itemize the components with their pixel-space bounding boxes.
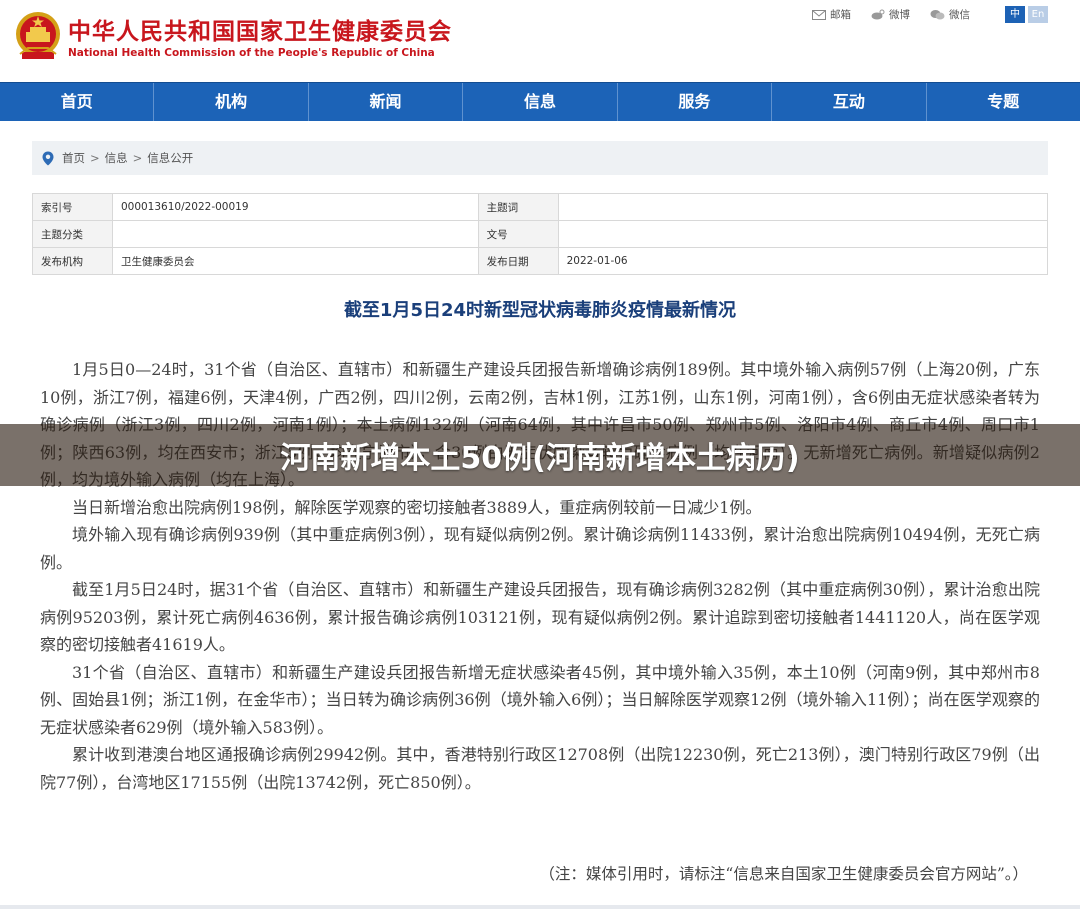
article-body: 1月5日0—24时，31个省（自治区、直辖市）和新疆生产建设兵团报告新增确诊病例…: [40, 356, 1040, 796]
article-paragraph: 当日新增治愈出院病例198例，解除医学观察的密切接触者3889人，重症病例较前一…: [72, 497, 762, 517]
keyword-value: [557, 193, 1049, 221]
article-paragraph: 截至1月5日24时，据31个省（自治区、直辖市）和新疆生产建设兵团报告，现有确诊…: [40, 580, 1040, 654]
document-info-table: 索引号 000013610/2022-00019 主题词 主题分类 文号 发布机…: [32, 193, 1049, 275]
publish-date-label: 发布日期: [477, 247, 559, 275]
article-paragraph: 累计收到港澳台地区通报确诊病例29942例。其中，香港特别行政区12708例（出…: [40, 745, 1040, 792]
article-paragraph: 31个省（自治区、直辖市）和新疆生产建设兵团报告新增无症状感染者45例，其中境外…: [40, 662, 1040, 737]
nav-news[interactable]: 新闻: [309, 83, 464, 121]
nav-home[interactable]: 首页: [0, 83, 155, 121]
table-row: 主题分类 文号: [32, 220, 1049, 248]
index-value: 000013610/2022-00019: [111, 193, 479, 221]
breadcrumb-separator: >: [90, 151, 100, 165]
table-row: 发布机构 卫生健康委员会 发布日期 2022-01-06: [32, 247, 1049, 275]
weibo-link[interactable]: 微博: [871, 7, 910, 22]
nav-organization[interactable]: 机构: [154, 83, 309, 121]
mail-icon: [812, 9, 826, 20]
publish-date-value: 2022-01-06: [557, 247, 1049, 275]
site-subtitle: National Health Commission of the People…: [68, 47, 435, 59]
top-links: 邮箱 微博 微信: [812, 7, 990, 22]
nav-information[interactable]: 信息: [463, 83, 618, 121]
publisher-label: 发布机构: [32, 247, 113, 275]
article-paragraph: 境外输入现有确诊病例939例（其中重症病例3例），现有疑似病例2例。累计确诊病例…: [40, 525, 1040, 572]
mail-link[interactable]: 邮箱: [812, 7, 851, 22]
publisher-value: 卫生健康委员会: [111, 247, 479, 275]
nav-services[interactable]: 服务: [618, 83, 773, 121]
citation-note: （注：媒体引用时，请标注“信息来自国家卫生健康委员会官方网站”。）: [539, 865, 1028, 883]
wechat-icon: [930, 10, 945, 20]
bottom-divider: [0, 905, 1080, 909]
main-nav: 首页 机构 新闻 信息 服务 互动 专题: [0, 82, 1080, 121]
weibo-label: 微博: [889, 9, 910, 21]
breadcrumb: 首页 > 信息 > 信息公开: [32, 141, 1048, 175]
index-label: 索引号: [32, 193, 113, 221]
table-row: 索引号 000013610/2022-00019 主题词: [32, 193, 1049, 221]
doc-number-label: 文号: [477, 220, 559, 248]
category-label: 主题分类: [32, 220, 113, 248]
nav-interaction[interactable]: 互动: [772, 83, 927, 121]
article-title: 截至1月5日24时新型冠状病毒肺炎疫情最新情况: [343, 300, 737, 321]
national-emblem-icon[interactable]: [14, 10, 62, 62]
wechat-label: 微信: [949, 9, 970, 21]
lang-en-button[interactable]: En: [1028, 6, 1048, 23]
headline-overlay: 河南新增本土50例(河南新增本土病历): [0, 424, 1080, 486]
keyword-label: 主题词: [477, 193, 559, 221]
weibo-icon: [871, 9, 885, 20]
breadcrumb-separator: >: [132, 151, 143, 165]
location-pin-icon: [42, 151, 54, 165]
wechat-link[interactable]: 微信: [930, 7, 970, 22]
breadcrumb-home[interactable]: 首页: [62, 150, 85, 166]
doc-number-value: [557, 220, 1049, 248]
lang-zh-button[interactable]: 中: [1005, 6, 1025, 23]
site-title[interactable]: 中华人民共和国国家卫生健康委员会: [68, 12, 452, 46]
breadcrumb-disclosure[interactable]: 信息公开: [147, 150, 193, 166]
overlay-headline: 河南新增本土50例(河南新增本土病历): [280, 441, 800, 476]
site-header: 中华人民共和国国家卫生健康委员会 National Health Commiss…: [0, 0, 1080, 82]
mail-label: 邮箱: [830, 9, 851, 21]
breadcrumb-information[interactable]: 信息: [105, 150, 128, 166]
nav-topics[interactable]: 专题: [927, 83, 1080, 121]
category-value: [111, 220, 479, 248]
